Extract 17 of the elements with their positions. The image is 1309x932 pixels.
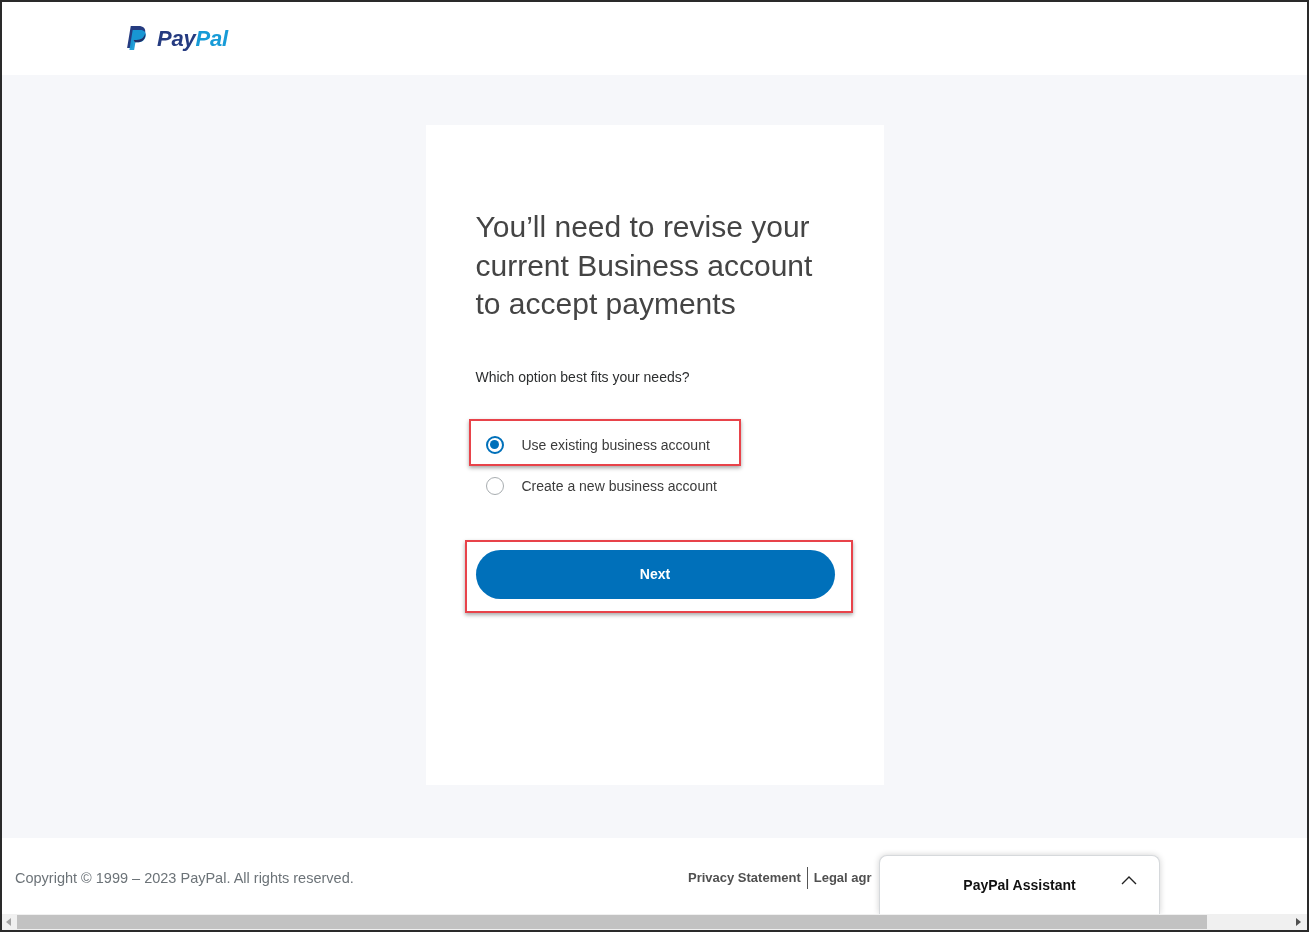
logo-mark-icon[interactable]	[125, 26, 148, 51]
scrollbar-thumb[interactable]	[17, 915, 1207, 929]
assistant-panel[interactable]: PayPal Assistant	[879, 855, 1160, 914]
footer-link[interactable]: Privacy Statement	[688, 868, 801, 888]
chevron-up-icon[interactable]	[1121, 876, 1137, 885]
assistant-title: PayPal Assistant	[963, 875, 1076, 895]
page-heading: You’ll need to revise your current Business account to accept payments	[475, 209, 814, 322]
radio-button[interactable]	[485, 435, 504, 454]
option-label: Use existing business account	[521, 435, 710, 455]
copyright-text: Copyright © 1999 – 2023 PayPal. All rights reserved.	[15, 870, 354, 886]
footer-link[interactable]: Legal agr	[813, 868, 872, 888]
scroll-right-icon[interactable]	[1296, 918, 1301, 926]
option-label: Create a new business account	[521, 476, 717, 496]
radio-button[interactable]	[485, 476, 504, 495]
logo-wordmark: PayPal	[157, 27, 228, 50]
next-button[interactable]: Next	[475, 549, 835, 599]
question-text: Which option best fits your needs?	[475, 367, 691, 387]
